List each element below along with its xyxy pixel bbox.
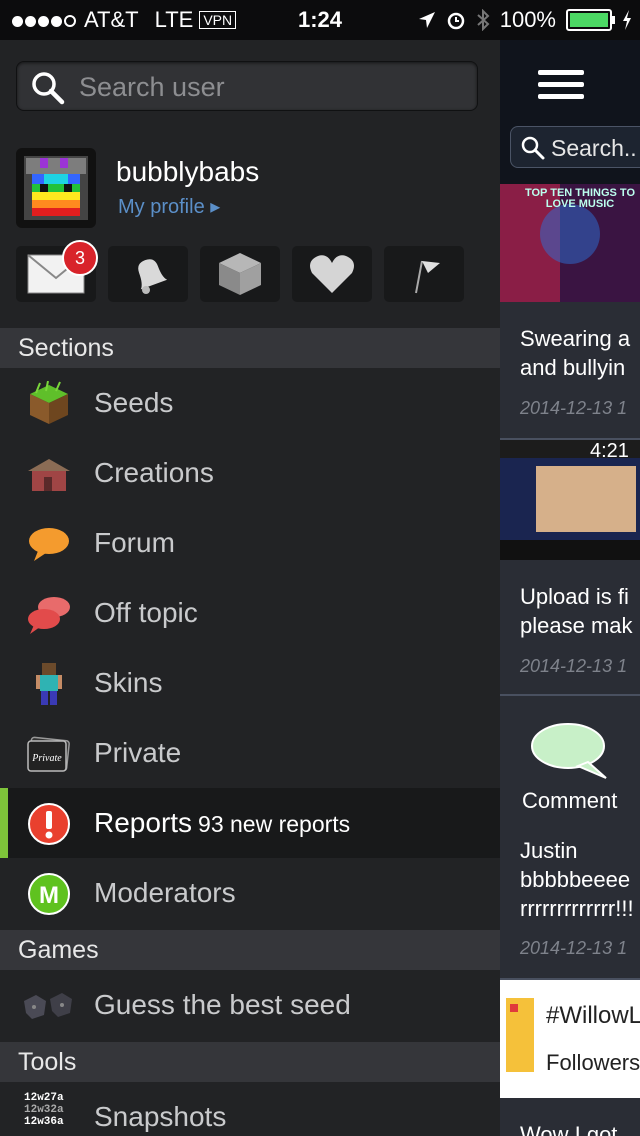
messages-button[interactable]: 3: [16, 240, 98, 302]
comment-bubble-icon: [531, 723, 607, 779]
feed-title: Justin: [520, 838, 578, 863]
feed-card[interactable]: Comment Justin bbbbbeeee rrrrrrrrrrrrr!!…: [500, 696, 640, 978]
bluetooth-icon: [477, 9, 490, 31]
menu-item-guess-seed[interactable]: Guess the best seed: [0, 970, 500, 1040]
feed-title-line2: and bullyin: [520, 355, 626, 380]
svg-text:M: M: [39, 882, 59, 909]
menu-label: Forum: [94, 527, 175, 558]
feed-thumbnail: #WillowLuvsY Followers 1037: [500, 980, 640, 1098]
charging-icon: [623, 10, 631, 30]
alert-icon: [28, 803, 70, 845]
bell-icon: [138, 259, 168, 294]
menu-item-off-topic[interactable]: Off topic: [0, 578, 500, 648]
battery-icon: [566, 9, 615, 31]
menu-item-private[interactable]: Private Private: [0, 718, 500, 788]
status-bar: AT&T LTE VPN 1:24 100%: [0, 0, 640, 40]
snapshot-list-icon: 12w27a 12w32a 12w36a: [24, 1092, 64, 1128]
house-icon: [28, 459, 70, 491]
speech-bubble-icon: [29, 528, 69, 561]
feed-card[interactable]: TOP TEN THINGS TO LOVE MUSIC Swearing a …: [500, 184, 640, 444]
comment-label: Comment: [522, 788, 618, 813]
feed-card[interactable]: 4:21 Upload is fi please mak 2014-12-13 …: [500, 440, 640, 694]
character-skin-icon: [36, 663, 62, 705]
signal-strength-icon: [12, 7, 78, 33]
menu-label: Off topic: [94, 597, 198, 628]
network-type: LTE: [154, 7, 194, 32]
menu-item-moderators[interactable]: M Moderators: [0, 858, 500, 928]
new-reports-count: 93 new reports: [198, 811, 351, 837]
notifications-button[interactable]: [108, 246, 188, 302]
menu-label: Skins: [94, 667, 163, 698]
svg-text:Private: Private: [31, 753, 62, 764]
feed-title-line2: please mak: [520, 613, 633, 638]
menu-item-reports[interactable]: Reports 93 new reports: [0, 788, 500, 858]
menu-label: Private: [94, 737, 182, 768]
feed-title-line2: bbbbbeeee: [520, 867, 631, 892]
blocks-button[interactable]: [200, 246, 280, 302]
active-indicator: [0, 788, 8, 858]
heart-icon: [310, 255, 354, 293]
feed-date: 2014-12-13 1: [520, 656, 628, 676]
feed-card[interactable]: #WillowLuvsY Followers 1037 Wow I got: [500, 980, 640, 1136]
menu-label: Snapshots: [94, 1101, 227, 1132]
flags-button[interactable]: [384, 246, 464, 302]
main-content-panel: Search.. TOP TEN THINGS TO LOVE MUSIC Sw…: [500, 40, 640, 1136]
menu-label: Moderators: [94, 877, 236, 908]
battery-percent: 100%: [499, 7, 556, 32]
carrier: AT&T: [84, 7, 139, 32]
search-input[interactable]: Search user: [16, 61, 478, 111]
menu-label: Creations: [94, 457, 214, 488]
feed-thumbnail: TOP TEN THINGS TO LOVE MUSIC: [500, 184, 640, 302]
avatar[interactable]: [16, 148, 96, 228]
menu-item-seeds[interactable]: Seeds: [0, 368, 500, 438]
feed-title: Swearing a: [520, 326, 631, 351]
menu-item-creations[interactable]: Creations: [0, 438, 500, 508]
search-icon: [521, 136, 545, 160]
menu-item-skins[interactable]: Skins: [0, 648, 500, 718]
clock: 1:24: [298, 7, 343, 32]
alarm-icon: [447, 12, 464, 30]
feed-title: Upload is fi: [520, 584, 629, 609]
feed-date: 2014-12-13 1: [520, 398, 628, 418]
feed-thumbnail: 4:21: [500, 440, 640, 560]
quick-action-row: 3: [16, 240, 464, 302]
menu-label: Reports 93 new reports: [94, 807, 351, 838]
menu-item-forum[interactable]: Forum: [0, 508, 500, 578]
sections-header: Sections: [0, 328, 500, 368]
private-folder-icon: Private: [27, 736, 70, 772]
search-icon: [32, 72, 65, 105]
location-arrow-icon: [418, 12, 435, 28]
side-drawer: Search user bubblybabs My profile ▸ 3 Se…: [0, 40, 500, 1136]
chat-bubbles-icon: [28, 597, 70, 634]
menu-item-snapshots[interactable]: 12w27a 12w32a 12w36a Snapshots: [0, 1082, 500, 1136]
favorites-button[interactable]: [292, 246, 372, 302]
username: bubblybabs: [116, 156, 260, 187]
vpn-indicator: VPN: [199, 11, 237, 29]
feed-title-line3: rrrrrrrrrrrrr!!!: [520, 896, 634, 921]
blocks-icon: [24, 993, 72, 1019]
games-header: Games: [0, 930, 500, 970]
feed-date: 2014-12-13 1: [520, 938, 628, 958]
stone-block-icon: [219, 253, 261, 295]
flag-icon: [415, 260, 440, 294]
menu-label: Seeds: [94, 387, 174, 418]
feed-title: Wow I got: [520, 1122, 618, 1136]
search-placeholder: Search user: [79, 72, 225, 102]
tools-header: Tools: [0, 1042, 500, 1082]
menu-label: Guess the best seed: [94, 989, 351, 1020]
my-profile-link[interactable]: My profile ▸: [118, 194, 220, 219]
menu-toggle-icon[interactable]: [538, 70, 584, 106]
feed-search-placeholder: Search..: [551, 135, 637, 161]
moderator-icon: M: [28, 873, 70, 915]
unread-badge: 3: [62, 240, 98, 276]
feed-search-input[interactable]: Search..: [510, 126, 640, 168]
grass-block-icon: [30, 381, 68, 424]
